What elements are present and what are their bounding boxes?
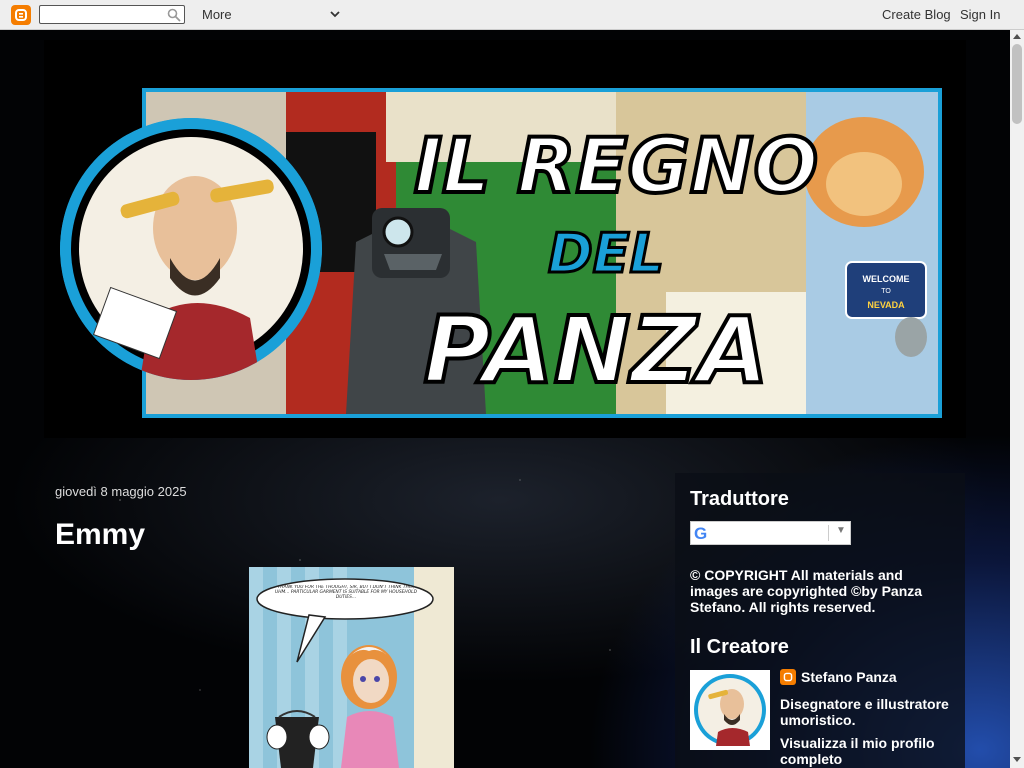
translate-language-select[interactable]: G ▼ (690, 521, 851, 545)
search-input[interactable] (40, 6, 160, 23)
blogger-profile-icon (780, 669, 796, 685)
header-avatar (60, 118, 322, 380)
scroll-up-arrow-icon[interactable] (1013, 34, 1021, 39)
profile-avatar[interactable] (690, 670, 770, 750)
profile-name-link[interactable]: Stefano Panza (780, 669, 897, 685)
scroll-thumb[interactable] (1012, 44, 1022, 124)
banner-title-line3: PANZA (423, 297, 768, 404)
scroll-down-arrow-icon[interactable] (1013, 757, 1021, 762)
blog-page: WELCOME TO NEVADA IL REGNO DEL PANZA gio… (0, 30, 1010, 768)
post-image[interactable]: THANK YOU FOR THE THOUGHT, SIR, BUT I DO… (249, 567, 454, 768)
search-icon[interactable] (167, 8, 181, 22)
copyright-notice: © COPYRIGHT All materials and images are… (690, 567, 923, 615)
svg-text:WELCOME: WELCOME (863, 274, 910, 284)
svg-text:TO: TO (881, 288, 891, 295)
post-title[interactable]: Emmy (55, 518, 145, 552)
search-box (39, 5, 185, 24)
profile-description: Disegnatore e illustratore umoristico. (780, 696, 949, 728)
page-scrollbar[interactable] (1010, 30, 1024, 768)
svg-text:NEVADA: NEVADA (867, 300, 905, 310)
select-separator (828, 525, 829, 541)
blogger-navbar: More Create Blog Sign In (0, 0, 1024, 30)
banner-title-line2: DEL (548, 222, 664, 285)
sign-in-link[interactable]: Sign In (960, 7, 1000, 22)
translator-widget-title: Traduttore (690, 488, 789, 510)
blog-header: WELCOME TO NEVADA IL REGNO DEL PANZA (44, 40, 966, 438)
google-icon: G (694, 524, 708, 543)
sidebar: Traduttore G ▼ © COPYRIGHT All materials… (675, 473, 965, 768)
blogger-icon[interactable] (11, 5, 31, 25)
post-date: giovedì 8 maggio 2025 (55, 484, 187, 499)
create-blog-link[interactable]: Create Blog (882, 7, 951, 22)
chevron-down-icon[interactable] (329, 8, 341, 20)
dropdown-arrow-icon: ▼ (836, 525, 846, 536)
banner-title-line1: IL REGNO (414, 121, 818, 210)
creator-widget-title: Il Creatore (690, 636, 789, 658)
more-menu[interactable]: More (202, 7, 232, 22)
comic-speech-text: THANK YOU FOR THE THOUGHT, SIR, BUT I DO… (275, 585, 417, 600)
view-full-profile-link[interactable]: Visualizza il mio profilo completo (780, 735, 960, 767)
profile-name[interactable]: Stefano Panza (801, 669, 897, 685)
